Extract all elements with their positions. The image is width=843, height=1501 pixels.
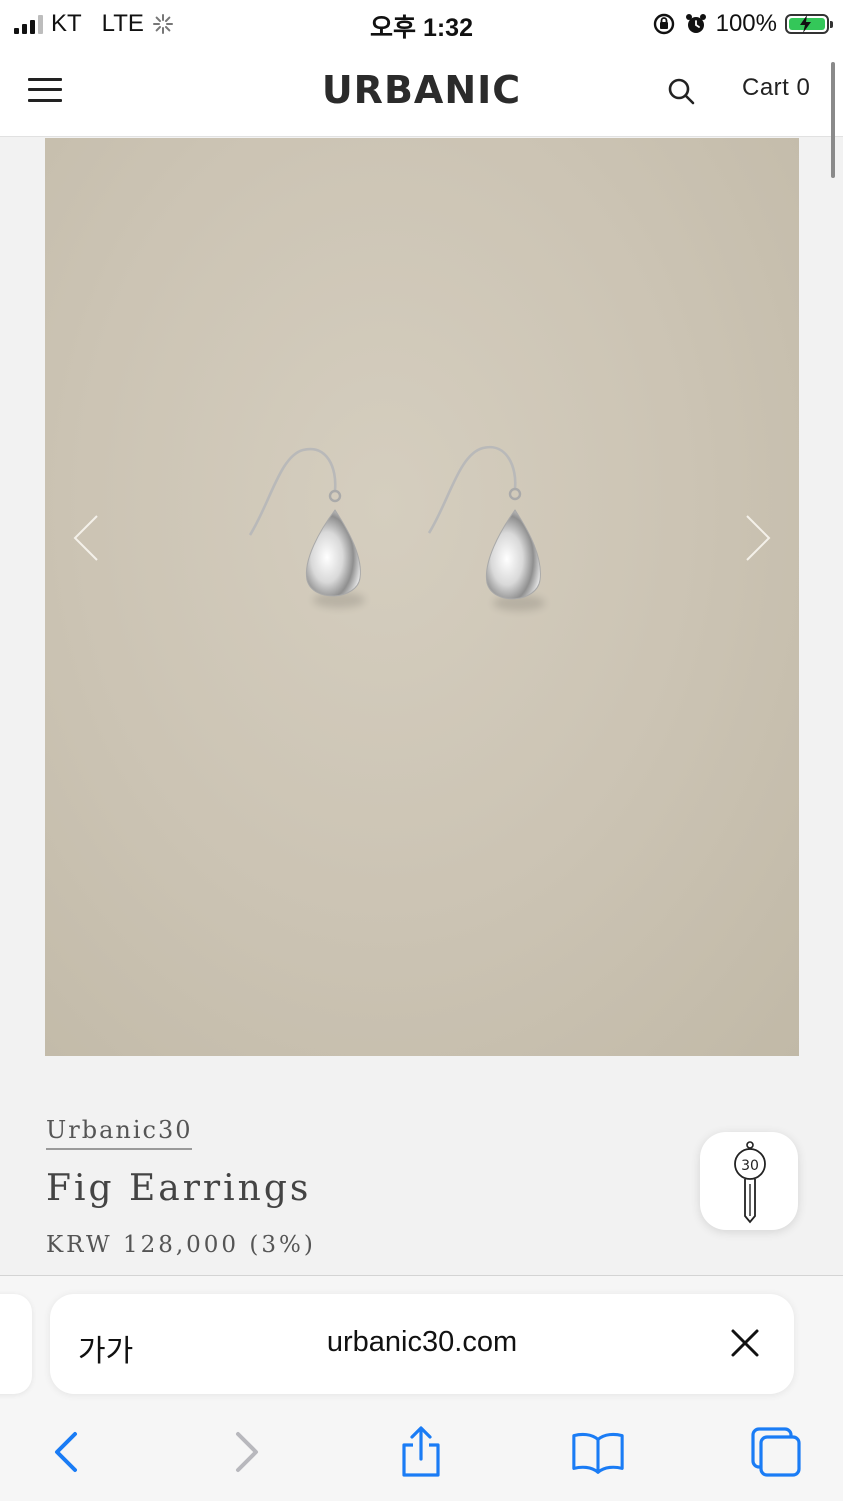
urbanic30-key-icon: 30 xyxy=(734,1141,766,1224)
tabs-icon[interactable] xyxy=(748,1424,804,1480)
key-label: 30 xyxy=(741,1158,759,1174)
previous-image-arrow-icon[interactable] xyxy=(67,508,107,568)
product-price: KRW 128,000 (3%) xyxy=(46,1232,316,1258)
brand-link[interactable]: Urbanic30 xyxy=(46,1116,193,1150)
bookmarks-icon[interactable] xyxy=(570,1424,626,1480)
site-header: URBANIC Cart 0 xyxy=(0,48,843,137)
battery-icon xyxy=(785,14,833,34)
product-name: Fig Earrings xyxy=(46,1168,312,1209)
browser-bar: 가가 urbanic30.com xyxy=(0,1275,843,1501)
next-image-arrow-icon[interactable] xyxy=(737,508,777,568)
close-icon[interactable] xyxy=(730,1328,760,1358)
browser-toolbar xyxy=(0,1416,843,1486)
previous-tab-peek[interactable] xyxy=(0,1294,32,1394)
scroll-indicator xyxy=(831,62,835,178)
alarm-icon xyxy=(685,14,706,33)
forward-icon[interactable] xyxy=(219,1424,275,1480)
orientation-lock-icon xyxy=(653,13,674,35)
cart-link[interactable]: Cart 0 xyxy=(742,74,810,102)
floating-action-button[interactable]: 30 xyxy=(700,1132,798,1230)
status-right: 100% xyxy=(652,8,833,40)
charging-bolt-icon xyxy=(800,15,811,33)
url-text[interactable]: urbanic30.com xyxy=(50,1326,794,1359)
earrings-photo xyxy=(248,445,545,611)
site-logo[interactable]: URBANIC xyxy=(0,68,843,112)
back-icon[interactable] xyxy=(38,1424,94,1480)
share-icon[interactable] xyxy=(393,1424,449,1480)
battery-percent: 100% xyxy=(715,10,777,37)
address-bar[interactable]: 가가 urbanic30.com xyxy=(50,1294,794,1394)
product-image[interactable] xyxy=(45,138,799,1056)
search-icon[interactable] xyxy=(666,76,696,106)
status-bar: KT LTE 오후 1:32 100% xyxy=(0,0,843,48)
